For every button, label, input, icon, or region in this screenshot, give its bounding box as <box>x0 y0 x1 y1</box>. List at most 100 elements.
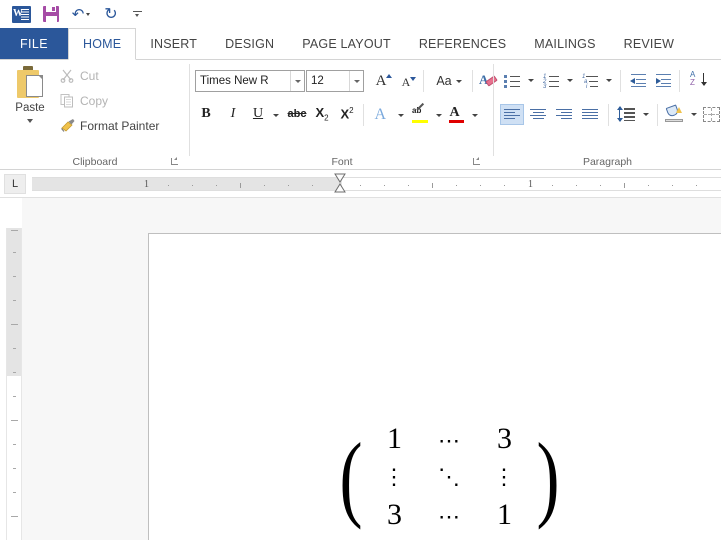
text-highlight-dropdown-button[interactable] <box>431 108 445 122</box>
sort-button[interactable]: AZ <box>688 70 708 90</box>
align-right-button[interactable] <box>552 104 576 125</box>
numbering-icon: 1 2 3 <box>543 74 559 90</box>
font-name-combobox[interactable]: Times New R <box>195 70 305 92</box>
matrix-row: 1 ⋯ 3 <box>367 420 532 458</box>
ribbon-group-font: Times New R 12 A A Aa A B I U abc X2 X2 … <box>190 60 498 170</box>
borders-button[interactable] <box>702 105 721 124</box>
ruler-track[interactable]: 1 1 <box>32 177 721 191</box>
matrix-cell: ⋱ <box>437 464 461 489</box>
change-case-dropdown-icon[interactable] <box>455 79 462 83</box>
redo-arrow-icon: ↻ <box>104 4 118 23</box>
subscript-icon: X2 <box>315 105 329 123</box>
font-size-dropdown-icon[interactable] <box>349 71 363 91</box>
increase-indent-button[interactable] <box>653 71 673 89</box>
undo-button[interactable]: ↶ <box>64 2 98 26</box>
paste-dropdown-icon[interactable] <box>27 119 33 123</box>
save-button[interactable] <box>38 2 64 26</box>
cut-button[interactable]: Cut <box>60 68 99 83</box>
matrix-row: 3 ⋯ 1 <box>367 496 532 534</box>
shading-button[interactable] <box>664 104 684 124</box>
underline-dropdown-button[interactable] <box>268 108 282 122</box>
redo-button[interactable]: ↻ <box>98 2 124 26</box>
italic-button[interactable]: I <box>223 104 243 124</box>
horizontal-ruler[interactable]: L 1 1 <box>0 170 721 208</box>
bullets-button[interactable] <box>502 71 522 89</box>
strikethrough-button[interactable]: abc <box>285 104 309 124</box>
copy-label: Copy <box>80 93 109 108</box>
decrease-indent-button[interactable] <box>628 71 648 89</box>
vertical-ruler[interactable] <box>6 228 22 540</box>
align-center-button[interactable] <box>526 104 550 125</box>
text-effects-button[interactable]: A <box>372 105 392 125</box>
matrix-cell: ⋯ <box>437 428 461 453</box>
font-color-button[interactable]: A <box>446 105 466 125</box>
ribbon: Paste Cut Copy Format Painter Clipboard … <box>0 60 721 170</box>
first-line-indent-icon[interactable] <box>334 173 346 196</box>
multilevel-list-button[interactable]: 1 a i <box>580 71 600 90</box>
tab-page-layout[interactable]: PAGE LAYOUT <box>288 28 405 59</box>
tab-review[interactable]: REVIEW <box>610 28 689 59</box>
paste-button[interactable]: Paste <box>8 64 52 152</box>
align-center-icon <box>530 108 546 121</box>
font-size-combobox[interactable]: 12 <box>306 70 364 92</box>
tab-references[interactable]: REFERENCES <box>405 28 520 59</box>
word-logo-icon: W <box>8 2 34 26</box>
font-color-icon: A <box>448 105 464 123</box>
subscript-index: 2 <box>324 113 329 123</box>
bullets-dropdown-button[interactable] <box>523 74 536 87</box>
undo-dropdown-icon[interactable] <box>86 12 91 16</box>
align-left-button[interactable] <box>500 104 524 125</box>
format-painter-label: Format Painter <box>80 118 160 133</box>
tab-stop-label: L <box>11 178 19 190</box>
shading-dropdown-icon <box>690 113 697 116</box>
copy-button[interactable]: Copy <box>60 93 108 108</box>
ruler-number-left: 1 <box>144 179 149 190</box>
tab-home[interactable]: HOME <box>68 28 137 60</box>
font-group-label: Font <box>331 156 353 168</box>
tab-mailings[interactable]: MAILINGS <box>520 28 609 59</box>
line-spacing-dropdown-button[interactable] <box>638 108 651 121</box>
justify-button[interactable] <box>578 104 602 125</box>
font-color-dropdown-icon <box>472 113 478 117</box>
ruler-number-right: 1 <box>528 179 533 190</box>
multilevel-list-dropdown-button[interactable] <box>601 74 614 87</box>
numbering-dropdown-button[interactable] <box>562 74 575 87</box>
font-name-dropdown-icon[interactable] <box>290 71 304 91</box>
underline-button[interactable]: U <box>248 104 268 124</box>
text-effects-dropdown-icon <box>398 113 404 117</box>
text-effects-dropdown-button[interactable] <box>393 108 407 122</box>
matrix-equation[interactable]: (1 ⋯ 3 ⋮ ⋱ ⋮ 3 ⋯ 1) <box>335 420 564 534</box>
change-case-label: Aa <box>436 74 452 88</box>
clipboard-dialog-launcher[interactable] <box>171 157 180 166</box>
subscript-button[interactable]: X2 <box>312 104 332 124</box>
superscript-button[interactable]: X2 <box>337 104 357 124</box>
change-case-button[interactable]: Aa <box>430 71 468 91</box>
matrix-cell: 1 <box>386 422 402 455</box>
shrink-font-button[interactable]: A <box>395 72 417 92</box>
bold-button[interactable]: B <box>196 104 216 124</box>
ribbon-group-clipboard: Paste Cut Copy Format Painter Clipboard <box>0 60 190 170</box>
matrix-close-paren: ) <box>536 422 560 530</box>
tab-design[interactable]: DESIGN <box>211 28 288 59</box>
tab-insert[interactable]: INSERT <box>136 28 211 59</box>
font-color-dropdown-button[interactable] <box>467 108 481 122</box>
tab-stop-selector[interactable]: L <box>4 174 26 194</box>
matrix-cell: 3 <box>496 422 512 455</box>
cut-label: Cut <box>80 68 99 83</box>
line-spacing-dropdown-icon <box>642 113 649 116</box>
numbering-button[interactable]: 1 2 3 <box>541 71 561 90</box>
line-spacing-button[interactable] <box>616 104 636 124</box>
tab-file[interactable]: FILE <box>0 28 68 59</box>
document-page[interactable]: (1 ⋯ 3 ⋮ ⋱ ⋮ 3 ⋯ 1) <box>148 233 721 540</box>
grow-font-button[interactable]: A <box>370 71 393 91</box>
customize-qat-button[interactable] <box>124 2 150 26</box>
paste-clipboard-icon <box>15 66 45 100</box>
multilevel-list-icon: 1 a i <box>582 74 598 90</box>
text-highlight-button[interactable]: ab <box>410 102 430 125</box>
paragraph-group-label: Paragraph <box>582 156 633 168</box>
chevron-down-icon <box>132 10 142 19</box>
font-dialog-launcher[interactable] <box>473 157 482 166</box>
shading-dropdown-button[interactable] <box>686 108 699 121</box>
format-painter-button[interactable]: Format Painter <box>60 118 159 133</box>
text-highlight-icon: ab <box>412 102 428 123</box>
